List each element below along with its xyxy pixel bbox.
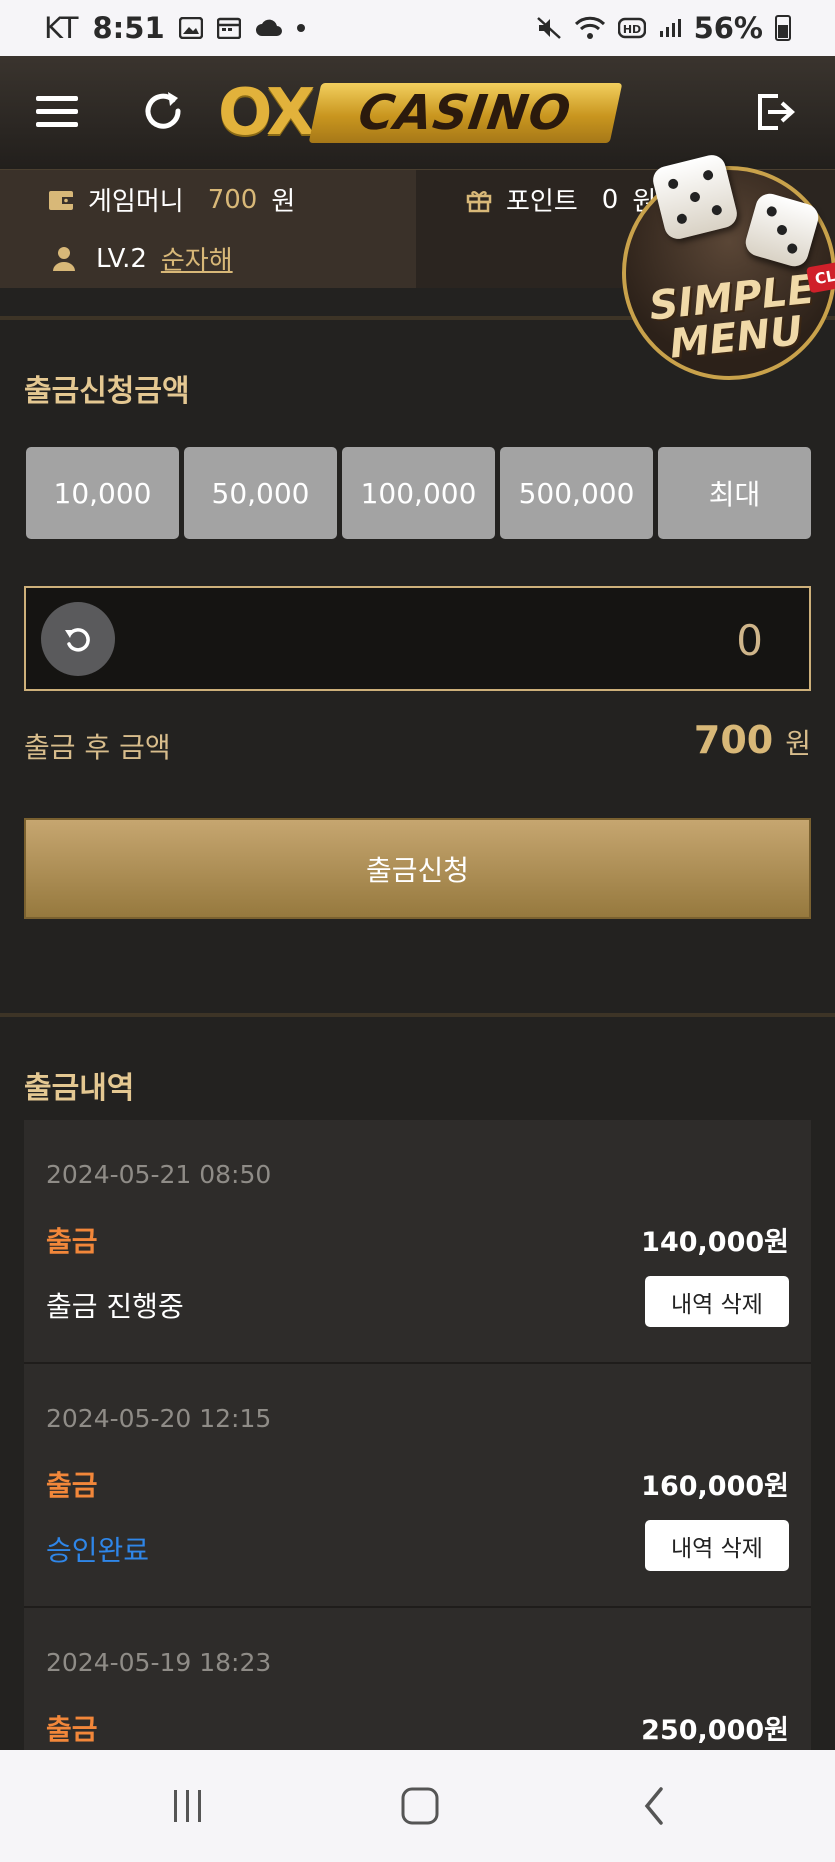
history-item: 2024-05-20 12:15 출금 160,000원 승인완료 내역 삭제 bbox=[24, 1364, 811, 1608]
history-type: 출금 bbox=[46, 1469, 98, 1502]
history-amount: 250,000원 bbox=[641, 1715, 789, 1746]
history-status: 승인완료 bbox=[46, 1534, 150, 1567]
withdraw-history-list[interactable]: 2024-05-21 08:50 출금 140,000원 출금 진행중 내역 삭… bbox=[24, 1120, 811, 1750]
game-money-label: 게임머니 bbox=[88, 187, 184, 217]
logout-icon[interactable] bbox=[756, 92, 796, 132]
section-divider bbox=[0, 1013, 835, 1017]
level-label: LV.2 bbox=[96, 243, 147, 274]
amount-500000-button[interactable]: 500,000 bbox=[500, 447, 653, 539]
svg-text:HD: HD bbox=[622, 23, 640, 36]
history-item: 2024-05-19 18:23 출금 250,000원 bbox=[24, 1608, 811, 1750]
back-button[interactable] bbox=[624, 1782, 684, 1830]
cloud-icon bbox=[255, 19, 282, 36]
recent-apps-button[interactable] bbox=[158, 1782, 218, 1830]
delete-history-button[interactable]: 내역 삭제 bbox=[645, 1276, 789, 1327]
mute-icon bbox=[536, 17, 561, 39]
history-date: 2024-05-19 18:23 bbox=[46, 1648, 272, 1677]
withdraw-submit-button[interactable]: 출금신청 bbox=[24, 818, 811, 919]
game-money-cell: 게임머니 700 원 bbox=[0, 170, 416, 229]
history-type: 출금 bbox=[46, 1713, 98, 1746]
hamburger-menu-icon[interactable] bbox=[36, 96, 78, 128]
history-amount: 140,000원 bbox=[641, 1227, 789, 1258]
logo-casino-plate: CASINO bbox=[309, 83, 623, 143]
history-amount: 160,000원 bbox=[641, 1471, 789, 1502]
history-status: 출금 진행중 bbox=[46, 1290, 184, 1323]
amount-10000-button[interactable]: 10,000 bbox=[26, 447, 179, 539]
home-icon bbox=[401, 1787, 439, 1825]
status-bar: KT 8:51 HD 56% bbox=[0, 0, 835, 56]
balance-after-unit: 원 bbox=[785, 727, 811, 760]
history-date: 2024-05-20 12:15 bbox=[46, 1404, 272, 1433]
wallet-icon bbox=[49, 190, 73, 210]
amount-50000-button[interactable]: 50,000 bbox=[184, 447, 337, 539]
delete-history-button[interactable]: 내역 삭제 bbox=[645, 1520, 789, 1571]
gift-icon bbox=[466, 190, 492, 212]
ox-casino-logo[interactable]: OX CASINO bbox=[218, 76, 623, 150]
recent-apps-icon bbox=[174, 1790, 201, 1822]
withdraw-amount-input[interactable]: 0 bbox=[24, 586, 811, 691]
clock: 8:51 bbox=[92, 11, 165, 45]
game-money-unit: 원 bbox=[271, 187, 296, 217]
balance-after-label: 출금 후 금액 bbox=[24, 731, 171, 764]
user-icon bbox=[53, 246, 75, 271]
amount-max-button[interactable]: 최대 bbox=[658, 447, 811, 539]
logo-ox-text: OX bbox=[218, 76, 315, 150]
balance-after-number: 700 bbox=[693, 718, 774, 762]
history-date: 2024-05-21 08:50 bbox=[46, 1160, 272, 1189]
battery-percent: 56% bbox=[693, 11, 763, 45]
calendar-icon bbox=[216, 17, 241, 39]
history-item: 2024-05-21 08:50 출금 140,000원 출금 진행중 내역 삭… bbox=[24, 1120, 811, 1364]
level-cell: LV.2 순자해 bbox=[0, 229, 416, 288]
back-icon bbox=[644, 1787, 663, 1825]
history-type: 출금 bbox=[46, 1225, 98, 1258]
withdraw-history-title: 출금내역 bbox=[24, 1071, 135, 1106]
logo-casino-text: CASINO bbox=[355, 85, 576, 141]
simple-menu-label: SIMPLE MENU bbox=[647, 266, 817, 368]
carrier-label: KT bbox=[44, 11, 79, 45]
simple-menu-button[interactable]: SIMPLE MENU CLI bbox=[620, 152, 835, 390]
withdraw-amount-title: 출금신청금액 bbox=[24, 374, 190, 409]
wifi-icon bbox=[574, 16, 605, 39]
signal-icon bbox=[659, 19, 681, 37]
amount-100000-button[interactable]: 100,000 bbox=[342, 447, 495, 539]
app-header: OX CASINO bbox=[0, 56, 835, 170]
point-value: 0 bbox=[601, 184, 619, 215]
notification-dot-icon bbox=[296, 24, 305, 32]
username-link[interactable]: 순자해 bbox=[161, 240, 233, 277]
hd-voice-icon: HD bbox=[617, 17, 646, 39]
gallery-icon bbox=[178, 17, 203, 39]
reset-amount-button[interactable] bbox=[41, 602, 115, 676]
balance-after-value: 700 원 bbox=[694, 718, 811, 762]
game-money-value: 700 bbox=[207, 184, 258, 215]
point-label: 포인트 bbox=[506, 187, 578, 217]
withdraw-amount-value: 0 bbox=[736, 616, 763, 665]
system-navigation-bar bbox=[0, 1750, 835, 1862]
battery-icon bbox=[775, 15, 791, 41]
refresh-icon[interactable] bbox=[140, 88, 186, 134]
reset-icon bbox=[65, 628, 90, 652]
home-button[interactable] bbox=[390, 1782, 450, 1830]
